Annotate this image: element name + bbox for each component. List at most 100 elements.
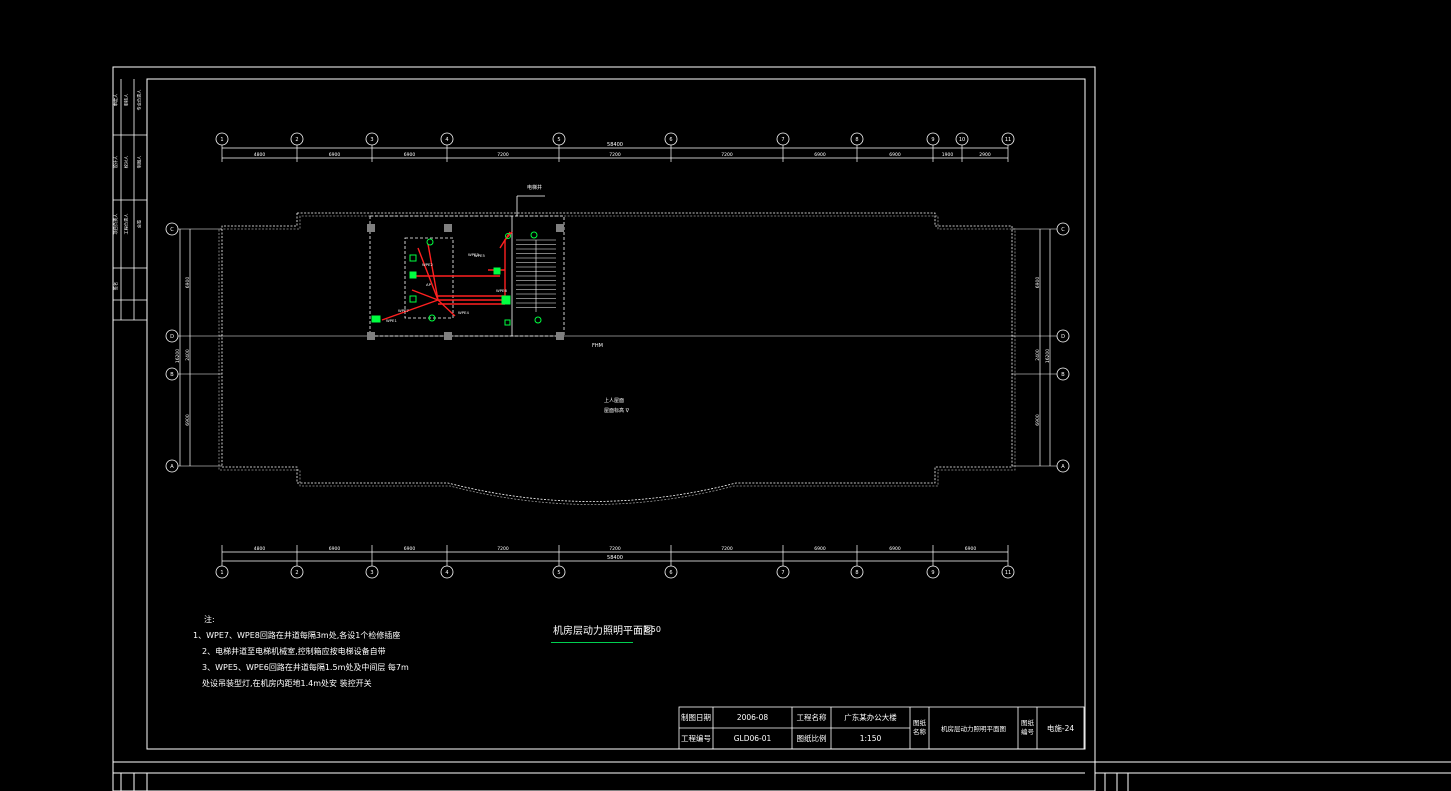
- notes-heading: 注:: [204, 615, 215, 624]
- signature-label: 校对人: [123, 155, 130, 168]
- panel-label: WPE4: [458, 310, 469, 315]
- dim-text: 4800: [254, 152, 266, 158]
- axis-label: D: [170, 334, 174, 340]
- signature-label: 项目负责人: [112, 213, 119, 235]
- signature-label: 工程负责人: [123, 213, 130, 235]
- axis-label: 6: [669, 137, 672, 143]
- dim-text: 2900: [979, 152, 991, 158]
- tb-name-label: 图纸名称: [913, 719, 926, 736]
- dim-text: 6900: [329, 546, 341, 552]
- dim-text: 7200: [609, 152, 621, 158]
- tb-code-label: 图纸编号: [1021, 719, 1034, 736]
- axis-label: 5: [557, 570, 560, 576]
- panel-label: WPE6: [496, 288, 507, 293]
- tb-code-value: 电施-24: [1046, 723, 1075, 733]
- dim-text: 4800: [254, 546, 266, 552]
- dim-total-side: 16200: [1045, 349, 1051, 363]
- signature-label: 签名: [112, 282, 119, 290]
- roof-level: 屋面标高 ∇: [604, 407, 630, 414]
- drawing-title: 机房层动力照明平面图: [553, 626, 653, 637]
- note-line-2: 2、电梯井道至电梯机械室,控制箱应按电梯设备自带: [202, 647, 386, 656]
- dim-text: 7200: [721, 152, 733, 158]
- signature-label: 专业负责人: [136, 89, 143, 111]
- panel-label: WPE7: [398, 308, 409, 313]
- note-line-1: 1、WPE7、WPE8回路在井道每隔3m处,各设1个检修插座: [193, 631, 401, 640]
- signature-strip: [113, 79, 148, 321]
- dim-text: 7200: [721, 546, 733, 552]
- axis-label: 3: [370, 137, 373, 143]
- tb-scale-value: 1:150: [859, 734, 882, 743]
- title-block: 制图日期 2006-08 工程名称 广东某办公大楼 工程编号 GLD06-01 …: [679, 707, 1084, 749]
- dim-total-top: 58400: [607, 142, 623, 148]
- panel-label: WPE1: [386, 318, 397, 323]
- axis-label: 3: [370, 570, 373, 576]
- dim-text: 6900: [404, 152, 416, 158]
- drawing-scale: 1:50: [643, 625, 661, 634]
- panel-label: WPE5: [474, 253, 485, 258]
- tb-name-value: 机房层动力照明平面图: [941, 725, 1006, 733]
- axis-label: 4: [445, 137, 448, 143]
- axis-label: 5: [557, 137, 560, 143]
- dim-total-bottom: 58400: [607, 555, 623, 561]
- design-notes: 注: 1、WPE7、WPE8回路在井道每隔3m处,各设1个检修插座 2、电梯井道…: [190, 612, 409, 692]
- building-outline: [218, 212, 1016, 505]
- dim-text: 6900: [185, 277, 191, 289]
- axis-label: B: [170, 372, 174, 378]
- title-underline: [551, 642, 633, 643]
- axis-label: 6: [669, 570, 672, 576]
- tb-proj-value: 广东某办公大楼: [844, 713, 897, 722]
- axis-label: 1: [220, 137, 223, 143]
- tb-no-value: GLD06-01: [733, 734, 772, 743]
- stair-tag: 电梯井: [527, 184, 542, 191]
- axis-label: 7: [781, 570, 784, 576]
- tb-proj-label: 工程名称: [796, 713, 827, 722]
- dim-text: 7200: [497, 546, 509, 552]
- axis-label: 9: [931, 137, 934, 143]
- axis-label: 7: [781, 137, 784, 143]
- dim-text: 6900: [1035, 414, 1041, 426]
- axis-label: 8: [855, 137, 858, 143]
- axis-label: A: [170, 464, 174, 470]
- axis-label: 11: [1005, 570, 1011, 576]
- grid-axes-right: 16200 C 6900 D 2400 B 6900 A: [1012, 222, 1070, 473]
- dim-text: 2400: [1035, 349, 1041, 361]
- dim-text: 6900: [889, 546, 901, 552]
- power-wiring: [381, 231, 513, 321]
- tb-scale-label: 图纸比例: [796, 734, 827, 743]
- axis-label: A: [1061, 464, 1065, 470]
- axis-label: 10: [959, 137, 965, 143]
- dim-text: 2400: [185, 349, 191, 361]
- machine-room: [369, 195, 565, 337]
- dim-total-side: 16200: [175, 349, 181, 363]
- axis-label: 11: [1005, 137, 1011, 143]
- axis-label: 9: [931, 570, 934, 576]
- dim-text: 6900: [965, 546, 977, 552]
- dim-text: 1900: [942, 152, 954, 158]
- axis-label: 8: [855, 570, 858, 576]
- axis-label: 4: [445, 570, 448, 576]
- roof-label: 上人屋面: [604, 397, 624, 404]
- grid-axes-top: 58400 1 4800 2 6900 3 6900 4 7200 5 7200 6 7200 7 6900…: [215, 132, 1015, 162]
- dim-text: 6900: [1035, 277, 1041, 289]
- signature-label: 制图人: [136, 155, 143, 168]
- grid-axes-bottom: 58400 1 4800 2 6900 3 6900 4 7200 5 7200 6 7200 7 6900…: [215, 545, 1015, 579]
- panel-label: WPE2: [422, 262, 433, 267]
- stair-treads: [516, 239, 556, 312]
- dim-text: 7200: [497, 152, 509, 158]
- dim-text: 6900: [185, 414, 191, 426]
- dim-text: 6900: [329, 152, 341, 158]
- axis-label: 1: [220, 570, 223, 576]
- signature-label: 审核人: [123, 93, 130, 106]
- axis-label: C: [1061, 227, 1065, 233]
- grid-axes-left: 16200 C 6900 D 2400 B 6900 A: [165, 222, 222, 473]
- axis-label: D: [1061, 334, 1065, 340]
- dim-text: 6900: [404, 546, 416, 552]
- axis-label: B: [1061, 372, 1065, 378]
- tb-no-label: 工程编号: [681, 734, 711, 743]
- dim-text: 6900: [814, 546, 826, 552]
- dim-text: 6900: [889, 152, 901, 158]
- axis-label: 2: [295, 570, 298, 576]
- signature-label: 审定人: [112, 93, 119, 106]
- tb-date-label: 制图日期: [681, 713, 711, 722]
- axis-label: C: [170, 227, 174, 233]
